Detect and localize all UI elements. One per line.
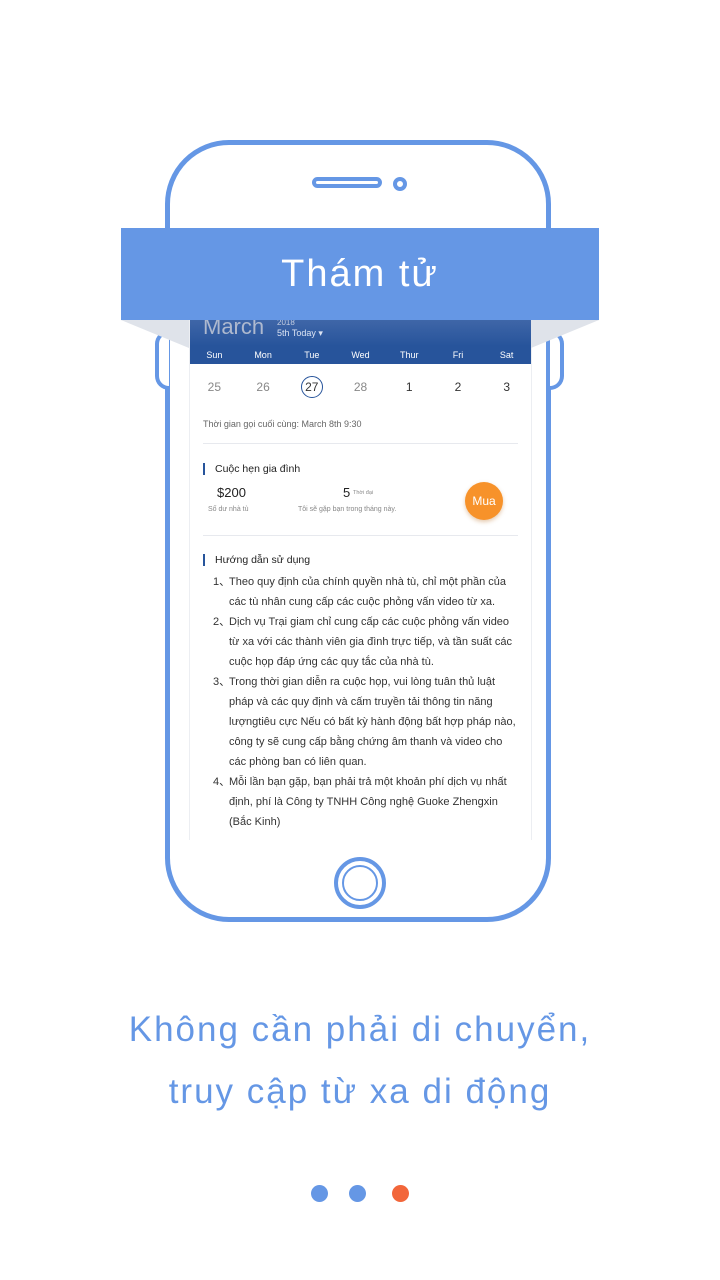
banner-shadow-left bbox=[121, 320, 189, 348]
pager-dot[interactable] bbox=[311, 1185, 328, 1202]
divider bbox=[203, 443, 518, 444]
home-button-icon bbox=[334, 857, 386, 909]
banner-shadow-right bbox=[531, 320, 599, 348]
guide-item-number: 3、 bbox=[213, 676, 231, 688]
balance-label: Số dư nhà tù bbox=[208, 506, 249, 513]
last-call-time: Thời gian gọi cuối cùng: March 8th 9:30 bbox=[203, 419, 362, 429]
calendar-day[interactable]: 2 bbox=[434, 380, 483, 394]
caption-line-1: Không cần phải di chuyển, bbox=[128, 1010, 592, 1049]
calendar-day[interactable]: 1 bbox=[385, 380, 434, 394]
calendar-year: 2018 bbox=[277, 320, 295, 327]
weekday-label: Sun bbox=[206, 350, 223, 360]
banner-title: Thám tử bbox=[121, 228, 599, 320]
meeting-count-label: Tôi sẽ gặp bạn trong tháng này. bbox=[298, 506, 397, 513]
meeting-count-unit: Thời đại bbox=[353, 490, 374, 496]
calendar-days: 25 26 27 28 1 2 3 bbox=[190, 364, 531, 410]
calendar-day[interactable]: 26 bbox=[239, 380, 288, 394]
pager-dots bbox=[0, 1185, 720, 1203]
camera-icon bbox=[393, 177, 407, 191]
speaker-icon bbox=[312, 177, 382, 188]
weekday-label: Thur bbox=[399, 350, 419, 360]
usage-guide-title: Hướng dẫn sử dụng bbox=[203, 554, 531, 566]
calendar-month: March bbox=[203, 320, 265, 339]
buy-button[interactable]: Mua bbox=[465, 482, 503, 520]
calendar-day-selected[interactable]: 27 bbox=[287, 376, 336, 398]
guide-item-number: 1、 bbox=[213, 576, 231, 588]
pager-dot-active[interactable] bbox=[392, 1185, 409, 1202]
weekday-label: Tue bbox=[304, 350, 320, 360]
family-appointment-title: Cuộc hẹn gia đình bbox=[203, 463, 531, 475]
weekday-label: Wed bbox=[351, 350, 370, 360]
guide-item: 1、 Theo quy định của chính quyền nhà tù, … bbox=[213, 572, 518, 612]
calendar-day[interactable]: 28 bbox=[336, 380, 385, 394]
phone-screen: March 2018 5th Today ▾ Sun Mon Tue Wed T… bbox=[189, 320, 532, 840]
calendar-today-selector[interactable]: 5th Today ▾ bbox=[277, 328, 323, 339]
guide-item-text: Theo quy định của chính quyền nhà tù, ch… bbox=[229, 576, 507, 608]
divider bbox=[203, 535, 518, 536]
guide-item-number: 2、 bbox=[213, 616, 231, 628]
calendar-header: March 2018 5th Today ▾ bbox=[190, 320, 531, 346]
weekday-label: Sat bbox=[499, 350, 514, 360]
pager-dot[interactable] bbox=[349, 1185, 366, 1202]
calendar-day[interactable]: 25 bbox=[190, 380, 239, 394]
weekday-label: Fri bbox=[452, 350, 464, 360]
guide-item: 2、 Dịch vụ Trại giam chỉ cung cấp các cuộ… bbox=[213, 612, 518, 672]
guide-item-text: Dịch vụ Trại giam chỉ cung cấp các cuộc … bbox=[229, 616, 513, 668]
guide-item: 4、 Mỗi lần bạn gặp, bạn phải trả một khoả… bbox=[213, 772, 518, 832]
guide-item-text: Trong thời gian diễn ra cuộc họp, vui lò… bbox=[229, 676, 516, 768]
guide-item: 3、 Trong thời gian diễn ra cuộc họp, vui … bbox=[213, 672, 518, 772]
weekday-label: Mon bbox=[254, 350, 272, 360]
calendar-day[interactable]: 3 bbox=[482, 380, 531, 394]
balance-value: $200 bbox=[217, 485, 246, 500]
meeting-count-value: 5 bbox=[343, 485, 351, 500]
guide-item-text: Mỗi lần bạn gặp, bạn phải trả một khoản … bbox=[229, 776, 507, 828]
calendar-weekdays: Sun Mon Tue Wed Thur Fri Sat bbox=[190, 346, 531, 364]
usage-guide-list: 1、 Theo quy định của chính quyền nhà tù, … bbox=[213, 566, 518, 832]
guide-item-number: 4、 bbox=[213, 776, 231, 788]
caption-line-2: truy cập từ xa di động bbox=[168, 1072, 552, 1111]
appointment-pricing: $200 Số dư nhà tù 5 Thời đại Tôi sẽ gặp … bbox=[190, 475, 531, 535]
